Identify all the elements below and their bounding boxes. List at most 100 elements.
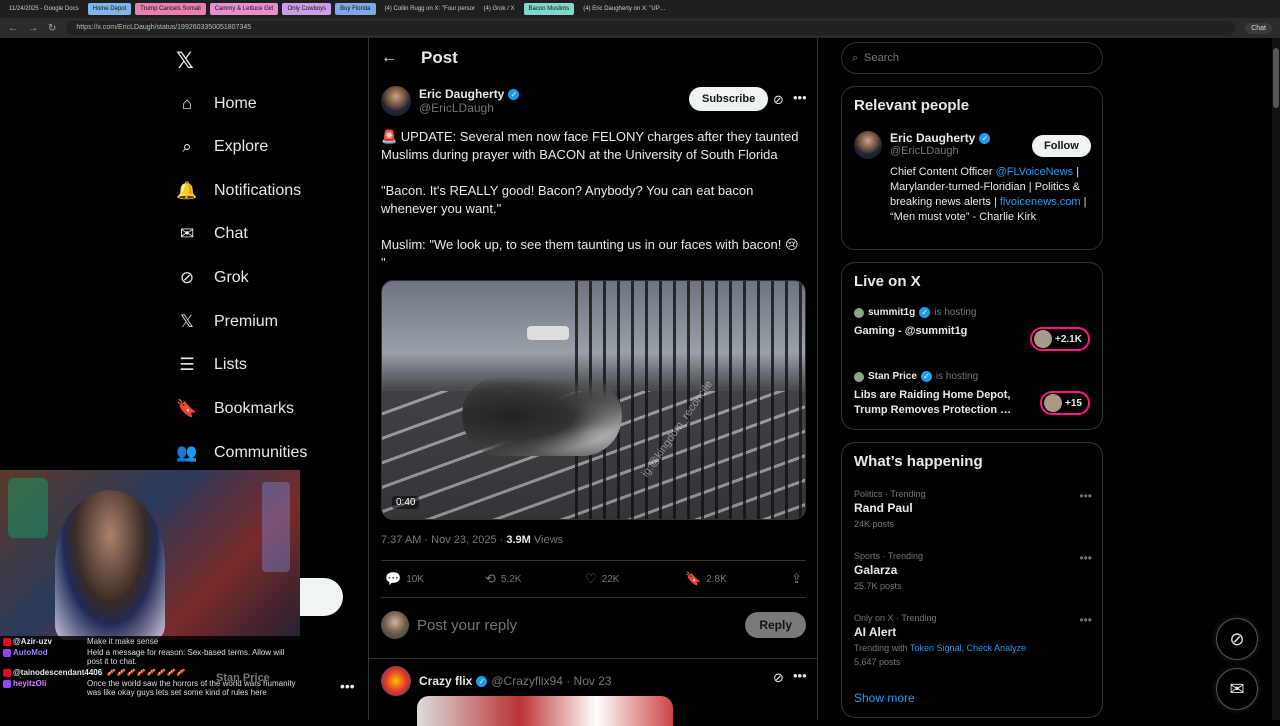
search-input[interactable]: ⌕ Search	[841, 42, 1103, 74]
trend-link[interactable]: Token Signal, Check Analyze	[910, 643, 1026, 653]
messages-float-icon[interactable]: ✉	[1216, 668, 1258, 710]
more-options-icon[interactable]: •••	[793, 90, 807, 105]
bookmark-action[interactable]: 🔖 2.8K	[681, 571, 781, 587]
browser-tab[interactable]: Bacon Muslims	[523, 3, 575, 15]
share-icon[interactable]: ⇪	[791, 571, 806, 587]
browser-tab[interactable]: Buy Florida	[335, 3, 376, 15]
post-author[interactable]: Eric Daugherty ✓ @EricLDaugh	[381, 86, 520, 116]
reply-post-header[interactable]: Crazy flix ✓ @Crazyflix94 · Nov 23	[381, 666, 612, 696]
post-button[interactable]	[300, 578, 343, 616]
page-scrollbar[interactable]	[1272, 38, 1280, 720]
author-name[interactable]: Eric Daugherty ✓	[419, 87, 520, 101]
url-input[interactable]: https://x.com/EricLDaugh/status/19926033…	[66, 21, 1236, 35]
avatar[interactable]	[381, 86, 411, 116]
nav-label: Premium	[214, 313, 279, 330]
avatar[interactable]	[381, 666, 411, 696]
browser-chat-button[interactable]: Chat	[1245, 22, 1272, 34]
communities-icon: 👥	[176, 443, 198, 462]
live-listeners-pill[interactable]: +15	[1040, 391, 1090, 415]
post-timestamp[interactable]: 7:37 AM · Nov 23, 2025 ·	[381, 534, 506, 546]
browser-tab[interactable]: Cammy & Lettuce Girl	[209, 3, 279, 15]
forward-icon[interactable]: →	[28, 23, 38, 34]
browser-tab[interactable]: (4) Collin Rugg on X: "Four person…	[380, 3, 475, 15]
heart-icon: ♡	[585, 571, 597, 586]
browser-tab[interactable]: (4) Eric Daugherty on X: "UP…	[578, 3, 671, 15]
grok-icon[interactable]: ⊘	[773, 670, 784, 686]
bio-link[interactable]: flvoicenews.com	[1000, 196, 1081, 208]
live-item[interactable]: summit1g ✓ is hosting Gaming - @summit1g	[854, 307, 1024, 339]
trend-item[interactable]: Politics · Trending Rand Paul 24K posts …	[854, 489, 1092, 529]
person-handle[interactable]: @EricLDaugh	[890, 145, 990, 157]
subscribe-button[interactable]: Subscribe	[689, 87, 769, 111]
video-frame-car	[527, 326, 569, 340]
nav-item-communities[interactable]: 👥 Communities	[176, 440, 307, 466]
x-logo-icon[interactable]: 𝕏	[176, 48, 194, 74]
chat-icon: ✉	[179, 224, 195, 243]
browser-tab[interactable]: Trump Cancels Somali	[135, 3, 206, 15]
verified-icon: ✓	[919, 307, 931, 318]
browser-tab[interactable]: (4) Grok / X	[479, 3, 520, 15]
relevant-person[interactable]: Eric Daugherty ✓ @EricLDaugh	[854, 131, 991, 159]
stream-chat-line: @Azir-uzv Make it make sense	[0, 636, 300, 647]
reply-action[interactable]: 💬 10K	[381, 571, 481, 587]
trend-item[interactable]: Only on X · Trending AI Alert Trending w…	[854, 613, 1092, 667]
platform-badge-icon	[3, 637, 11, 646]
post-paragraph: "Bacon. It's REALLY good! Bacon? Anybody…	[381, 183, 757, 216]
scrollbar-thumb[interactable]	[1273, 48, 1279, 108]
avatar	[854, 371, 864, 382]
author-handle[interactable]: @EricLDaugh	[419, 101, 519, 115]
browser-tab[interactable]: Only Cowboys	[282, 3, 332, 15]
nav-item-chat[interactable]: ✉ Chat	[176, 221, 248, 247]
chat-message: 🥓🥓🥓🥓🥓🥓🥓🥓	[106, 668, 186, 677]
avatar	[381, 611, 409, 639]
more-options-icon[interactable]: •••	[793, 668, 807, 683]
nav-item-lists[interactable]: ☰ Lists	[176, 352, 247, 378]
post-actions: 💬 10K ⟲ 5.2K ♡ 22K 🔖 2.8K ⇪	[381, 560, 806, 598]
browser-tab[interactable]: Home Depot	[87, 3, 132, 15]
more-options-icon[interactable]: •••	[1079, 489, 1092, 503]
back-icon[interactable]: ←	[8, 23, 18, 34]
chat-message: Held a message for reason: Sex-based ter…	[87, 648, 285, 666]
page-title: Post	[421, 48, 458, 67]
trend-item[interactable]: Sports · Trending Galarza 25.7K posts ••…	[854, 551, 1092, 591]
more-options-icon[interactable]: •••	[1079, 613, 1092, 627]
post-video[interactable]: ig:@kingdom_reconcile 0:40	[381, 280, 806, 520]
bio-link[interactable]: @FLVoiceNews	[996, 166, 1074, 178]
reply-post-media[interactable]	[417, 696, 673, 726]
live-title[interactable]: Libs are Raiding Home Depot, Trump Remov…	[854, 388, 1024, 418]
card-title: Relevant people	[854, 97, 970, 114]
nav-item-grok[interactable]: ⊘ Grok	[176, 265, 249, 291]
grok-icon: ⊘	[179, 268, 195, 287]
live-item[interactable]: Stan Price ✓ is hosting Libs are Raiding H…	[854, 371, 1024, 418]
video-frame-people	[462, 376, 622, 456]
nav-item-notifications[interactable]: 🔔 Notifications	[176, 178, 301, 204]
repost-action[interactable]: ⟲ 5.2K	[481, 571, 581, 587]
reply-button[interactable]: Reply	[745, 612, 806, 638]
more-icon[interactable]: •••	[340, 678, 355, 694]
nav-item-premium[interactable]: 𝕏 Premium	[176, 309, 278, 335]
show-more-link[interactable]: Show more	[854, 691, 915, 705]
verified-icon: ✓	[920, 371, 932, 382]
chat-username: heyitzOli	[13, 679, 47, 688]
card-title: What’s happening	[854, 453, 983, 470]
back-arrow-icon[interactable]: ←	[381, 49, 397, 67]
more-options-icon[interactable]: •••	[1079, 551, 1092, 565]
live-title[interactable]: Gaming - @summit1g	[854, 324, 1024, 339]
nav-item-explore[interactable]: ⌕ Explore	[176, 134, 268, 160]
avatar	[854, 307, 864, 318]
webcam-overlay	[0, 470, 300, 640]
browser-tab[interactable]: 11/24/2025 - Google Docs	[4, 3, 84, 15]
reload-icon[interactable]: ↻	[48, 23, 56, 34]
nav-item-bookmarks[interactable]: 🔖 Bookmarks	[176, 396, 294, 422]
avatar[interactable]	[854, 131, 882, 159]
nav-item-home[interactable]: ⌂ Home	[176, 91, 257, 117]
reply-icon: 💬	[385, 571, 402, 586]
background-light	[262, 482, 290, 572]
grok-float-icon[interactable]: ⊘	[1216, 618, 1258, 660]
reply-input[interactable]: Post your reply	[417, 617, 737, 634]
live-listeners-pill[interactable]: +2.1K	[1030, 327, 1090, 351]
grok-icon[interactable]: ⊘	[773, 92, 784, 108]
reply-author: Crazy flix ✓ @Crazyflix94 · Nov 23	[419, 674, 612, 688]
like-action[interactable]: ♡ 22K	[581, 571, 681, 587]
follow-button[interactable]: Follow	[1032, 135, 1091, 157]
